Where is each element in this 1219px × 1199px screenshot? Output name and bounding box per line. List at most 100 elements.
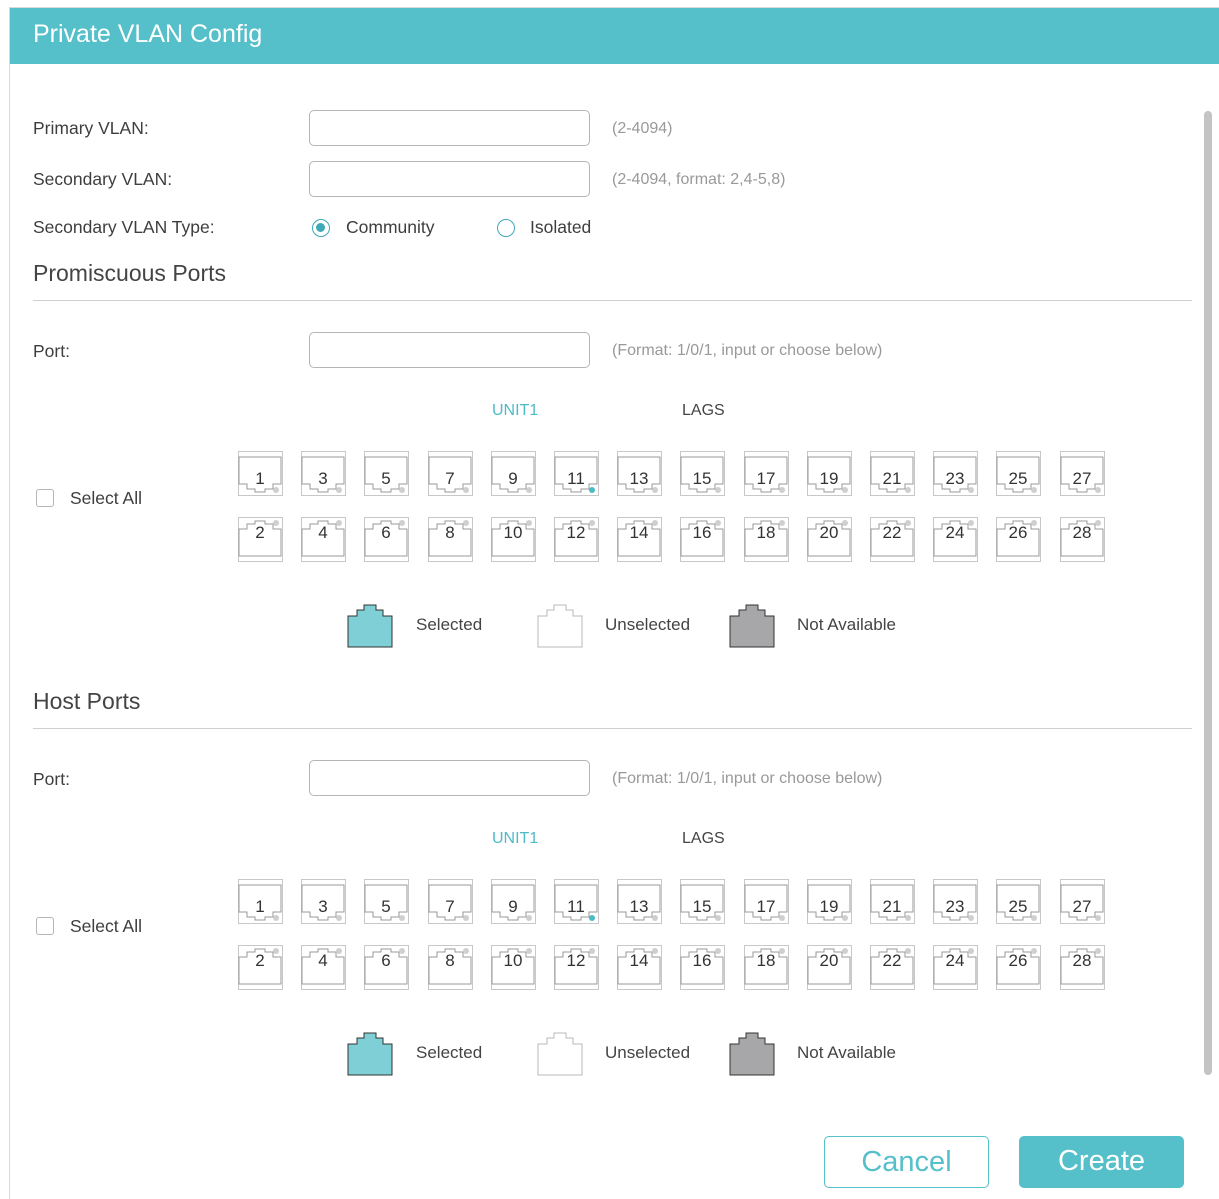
secondary-vlan-label: Secondary VLAN:	[33, 169, 173, 189]
host-divider	[33, 728, 1192, 729]
port-17-button[interactable]: 17	[744, 451, 790, 497]
port-28-button[interactable]: 28	[1060, 517, 1106, 563]
port-15-button[interactable]: 15	[680, 451, 726, 497]
port-2-button[interactable]: 2	[238, 517, 284, 563]
port-1-button[interactable]: 1	[238, 879, 284, 925]
promiscuous-select-all-checkbox[interactable]	[36, 489, 54, 507]
create-button[interactable]: Create	[1019, 1136, 1184, 1188]
host-select-all-label[interactable]: Select All	[70, 916, 142, 937]
port-11-button[interactable]: 11	[554, 451, 600, 497]
community-radio[interactable]	[312, 219, 330, 237]
port-5-button[interactable]: 5	[364, 451, 410, 497]
promiscuous-port-hint: (Format: 1/0/1, input or choose below)	[612, 342, 883, 359]
port-number-label: 9	[508, 897, 518, 916]
host-select-all-checkbox[interactable]	[36, 917, 54, 935]
port-21-button[interactable]: 21	[870, 451, 916, 497]
port-9-button[interactable]: 9	[491, 451, 537, 497]
isolated-radio-label[interactable]: Isolated	[530, 217, 591, 238]
dialog-titlebar: Private VLAN Config	[10, 8, 1219, 64]
port-6-button[interactable]: 6	[364, 945, 410, 991]
port-number-label: 25	[1008, 469, 1028, 488]
port-number-label: 15	[692, 897, 712, 916]
port-10-button[interactable]: 10	[491, 517, 537, 563]
port-number-label: 17	[756, 469, 776, 488]
dialog-title: Private VLAN Config	[33, 20, 263, 48]
port-17-button[interactable]: 17	[744, 879, 790, 925]
port-number-label: 5	[381, 469, 391, 488]
port-4-button[interactable]: 4	[301, 945, 347, 991]
port-12-button[interactable]: 12	[554, 945, 600, 991]
port-23-button[interactable]: 23	[933, 879, 979, 925]
port-25-button[interactable]: 25	[996, 451, 1042, 497]
port-23-button[interactable]: 23	[933, 451, 979, 497]
port-7-button[interactable]: 7	[428, 451, 474, 497]
promiscuous-port-input[interactable]	[309, 332, 590, 368]
port-6-button[interactable]: 6	[364, 517, 410, 563]
port-27-button[interactable]: 27	[1060, 451, 1106, 497]
port-28-button[interactable]: 28	[1060, 945, 1106, 991]
port-number-label: 10	[503, 523, 523, 542]
port-18-button[interactable]: 18	[744, 517, 790, 563]
not-available-port-legend-icon	[729, 1030, 775, 1076]
host-unit1-tab[interactable]: UNIT1	[492, 830, 538, 848]
port-12-button[interactable]: 12	[554, 517, 600, 563]
community-radio-label[interactable]: Community	[346, 217, 435, 238]
primary-vlan-label: Primary VLAN:	[33, 118, 149, 138]
promiscuous-select-all-label[interactable]: Select All	[70, 488, 142, 509]
port-number-label: 20	[819, 523, 839, 542]
port-26-button[interactable]: 26	[996, 517, 1042, 563]
port-24-button[interactable]: 24	[933, 945, 979, 991]
port-27-button[interactable]: 27	[1060, 879, 1106, 925]
port-21-button[interactable]: 21	[870, 879, 916, 925]
port-5-button[interactable]: 5	[364, 879, 410, 925]
port-number-label: 7	[445, 897, 455, 916]
port-13-button[interactable]: 13	[617, 879, 663, 925]
port-number-label: 26	[1008, 951, 1028, 970]
port-11-button[interactable]: 11	[554, 879, 600, 925]
port-number-label: 27	[1072, 897, 1092, 916]
secondary-vlan-input[interactable]	[309, 161, 590, 197]
port-13-button[interactable]: 13	[617, 451, 663, 497]
port-number-label: 22	[882, 523, 902, 542]
port-22-button[interactable]: 22	[870, 517, 916, 563]
port-15-button[interactable]: 15	[680, 879, 726, 925]
port-16-button[interactable]: 16	[680, 517, 726, 563]
port-9-button[interactable]: 9	[491, 879, 537, 925]
promiscuous-port-label: Port:	[33, 341, 70, 361]
port-number-label: 23	[945, 897, 965, 916]
port-4-button[interactable]: 4	[301, 517, 347, 563]
port-19-button[interactable]: 19	[807, 879, 853, 925]
port-number-label: 6	[381, 523, 391, 542]
primary-vlan-input[interactable]	[309, 110, 590, 146]
cancel-button[interactable]: Cancel	[824, 1136, 989, 1188]
vertical-scrollbar[interactable]	[1204, 111, 1212, 1075]
port-26-button[interactable]: 26	[996, 945, 1042, 991]
port-24-button[interactable]: 24	[933, 517, 979, 563]
port-22-button[interactable]: 22	[870, 945, 916, 991]
secondary-vlan-hint: (2-4094, format: 2,4-5,8)	[612, 171, 786, 188]
port-20-button[interactable]: 20	[807, 945, 853, 991]
port-3-button[interactable]: 3	[301, 451, 347, 497]
port-3-button[interactable]: 3	[301, 879, 347, 925]
port-1-button[interactable]: 1	[238, 451, 284, 497]
port-number-label: 4	[318, 523, 328, 542]
host-lags-tab[interactable]: LAGS	[682, 830, 725, 848]
port-25-button[interactable]: 25	[996, 879, 1042, 925]
port-16-button[interactable]: 16	[680, 945, 726, 991]
promiscuous-unit1-tab[interactable]: UNIT1	[492, 402, 538, 420]
port-14-button[interactable]: 14	[617, 517, 663, 563]
port-18-button[interactable]: 18	[744, 945, 790, 991]
port-2-button[interactable]: 2	[238, 945, 284, 991]
port-8-button[interactable]: 8	[428, 945, 474, 991]
port-number-label: 13	[629, 469, 649, 488]
port-20-button[interactable]: 20	[807, 517, 853, 563]
port-19-button[interactable]: 19	[807, 451, 853, 497]
port-14-button[interactable]: 14	[617, 945, 663, 991]
host-port-input[interactable]	[309, 760, 590, 796]
port-number-label: 17	[756, 897, 776, 916]
port-8-button[interactable]: 8	[428, 517, 474, 563]
promiscuous-lags-tab[interactable]: LAGS	[682, 402, 725, 420]
port-7-button[interactable]: 7	[428, 879, 474, 925]
port-10-button[interactable]: 10	[491, 945, 537, 991]
isolated-radio[interactable]	[497, 219, 515, 237]
